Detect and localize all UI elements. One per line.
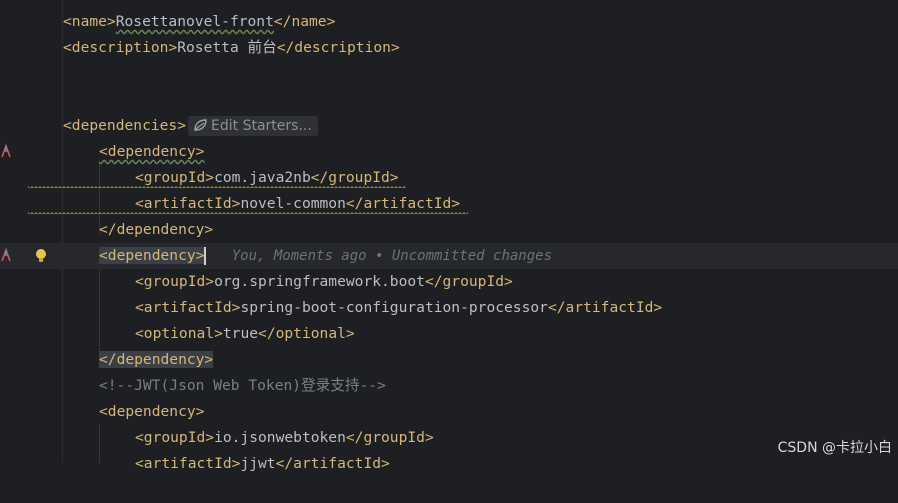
name-close-tag: </name> xyxy=(273,13,336,30)
dep1-group-value: com.java2nb xyxy=(214,169,311,186)
code-line-name[interactable]: <name>Rosettanovel-front</name> xyxy=(0,9,898,35)
lightbulb-icon[interactable] xyxy=(34,248,48,264)
code-line-dep2-optional[interactable]: <optional>true</optional> xyxy=(0,321,898,347)
warning-underline xyxy=(28,212,468,216)
dep1-artifact-close-tag: </artifactId> xyxy=(345,195,461,212)
dep3-artifact-value: jjwt xyxy=(240,455,276,472)
dep2-group-close-tag: </groupId> xyxy=(424,273,513,290)
spring-leaf-icon xyxy=(194,119,207,131)
warning-underline xyxy=(28,186,406,190)
code-line-dep3-artifact[interactable]: <artifactId>jjwt</artifactId> xyxy=(0,451,898,477)
dep2-optional-open-tag: <optional> xyxy=(135,325,223,342)
dep3-group-value: io.jsonwebtoken xyxy=(214,429,346,446)
dep3-group-open-tag: <groupId> xyxy=(135,429,215,446)
name-open-tag: <name> xyxy=(63,13,116,30)
run-gutter-icon[interactable] xyxy=(0,247,12,263)
description-open-tag: <description> xyxy=(63,39,178,56)
dep3-artifact-close-tag: </artifactId> xyxy=(275,455,390,472)
dep1-group-open-tag: <groupId> xyxy=(135,169,215,186)
git-blame-annotation: You, Moments ago • Uncommitted changes xyxy=(231,248,553,264)
code-line-dep2-close[interactable]: </dependency> xyxy=(0,347,898,373)
code-line-dep1-close[interactable]: </dependency> xyxy=(0,217,898,243)
code-line-dep2-artifact[interactable]: <artifactId>spring-boot-configuration-pr… xyxy=(0,295,898,321)
jwt-comment: <!--JWT(Json Web Token)登录支持--> xyxy=(99,377,386,394)
code-line-comment[interactable]: <!--JWT(Json Web Token)登录支持--> xyxy=(0,373,898,399)
watermark: CSDN @卡拉小白 xyxy=(777,440,892,456)
dep3-artifact-open-tag: <artifactId> xyxy=(135,455,241,472)
dep2-optional-value: true xyxy=(222,325,259,342)
dep3-group-close-tag: </groupId> xyxy=(345,429,434,446)
dep2-close-tag: </dependency> xyxy=(99,351,214,368)
dep2-optional-close-tag: </optional> xyxy=(258,325,355,342)
code-line-dep1-open[interactable]: <dependency> xyxy=(0,139,898,165)
dep3-open-tag: <dependency> xyxy=(99,403,205,420)
dep2-artifact-value: spring-boot-configuration-processor xyxy=(240,299,548,316)
description-value: Rosetta 前台 xyxy=(177,39,277,56)
code-line-dependencies[interactable]: <dependencies> Edit Starters... xyxy=(0,113,898,139)
description-close-tag: </description> xyxy=(276,39,400,56)
dep1-group-close-tag: </groupId> xyxy=(310,169,399,186)
dep2-group-open-tag: <groupId> xyxy=(135,273,215,290)
name-value: Rosettanovel-front xyxy=(115,13,274,30)
dep2-artifact-open-tag: <artifactId> xyxy=(135,299,241,316)
code-line-dep2-group[interactable]: <groupId>org.springframework.boot</group… xyxy=(0,269,898,295)
dep2-open-tag: <dependency> xyxy=(99,247,205,264)
dep1-artifact-value: novel-common xyxy=(240,195,346,212)
dep1-open-tag: <dependency> xyxy=(99,143,205,160)
code-line-dep3-open[interactable]: <dependency> xyxy=(0,399,898,425)
code-line-dep2-open[interactable]: <dependency> You, Moments ago • Uncommit… xyxy=(0,243,898,269)
dependencies-open-tag: <dependencies> xyxy=(63,117,187,134)
dep2-artifact-close-tag: </artifactId> xyxy=(547,299,663,316)
edit-starters-button[interactable]: Edit Starters... xyxy=(188,116,318,136)
edit-starters-label: Edit Starters... xyxy=(211,118,312,134)
dep1-artifact-open-tag: <artifactId> xyxy=(135,195,241,212)
code-line-dep3-group[interactable]: <groupId>io.jsonwebtoken</groupId> xyxy=(0,425,898,451)
code-line-description[interactable]: <description>Rosetta 前台</description> xyxy=(0,35,898,61)
dep1-close-tag: </dependency> xyxy=(99,221,214,238)
dep2-group-value: org.springframework.boot xyxy=(214,273,425,290)
